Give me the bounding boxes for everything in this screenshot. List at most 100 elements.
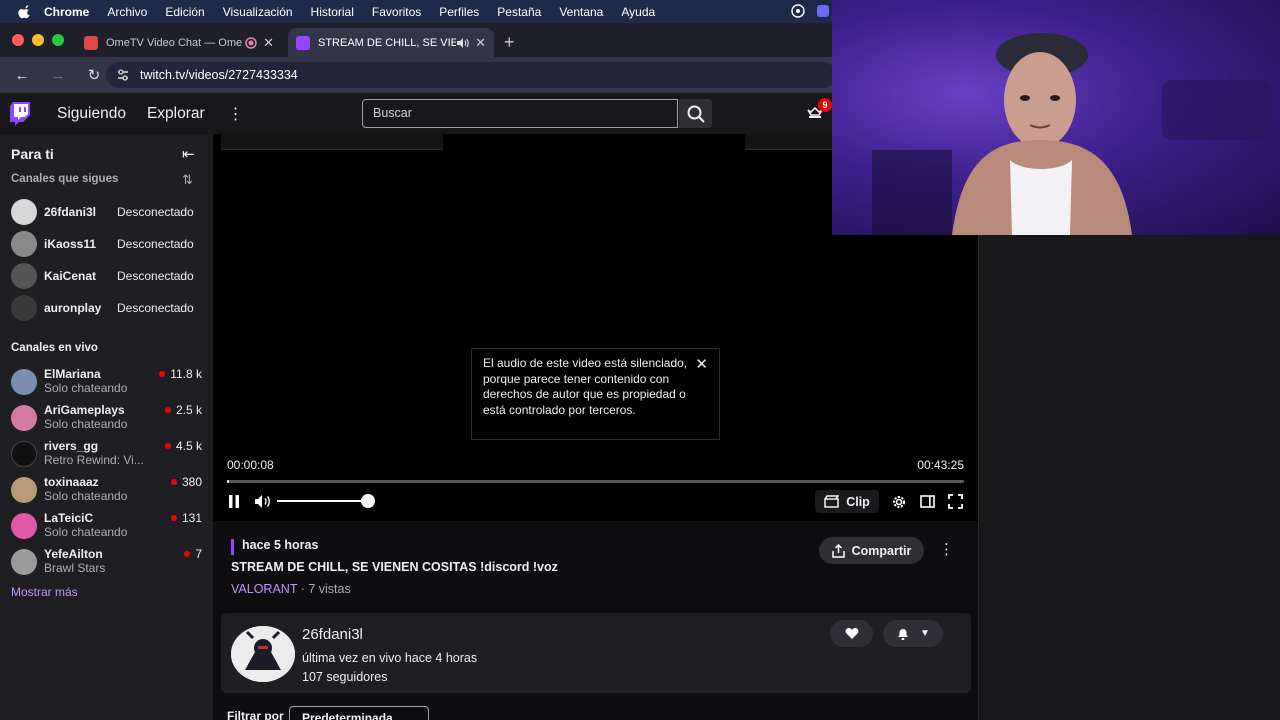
sort-dropdown[interactable]: Predeterminada <box>289 706 429 720</box>
maximize-window-button[interactable] <box>52 34 64 46</box>
url-text: twitch.tv/videos/2727433334 <box>140 68 298 82</box>
menu-visualizacion[interactable]: Visualización <box>223 5 293 19</box>
sidebar-live-channel[interactable]: ElMariana Solo chateando 11.8 k <box>0 366 213 398</box>
sidebar-live-channel[interactable]: AriGameplays Solo chateando 2.5 k <box>0 402 213 434</box>
nav-explore[interactable]: Explorar <box>147 105 205 123</box>
live-dot-icon <box>164 407 171 413</box>
vpn-icon[interactable] <box>790 4 806 18</box>
sidebar-live-channel[interactable]: toxinaaaz Solo chateando 380 <box>0 474 213 506</box>
channel-name: auronplay <box>44 301 102 315</box>
channel-category: Brawl Stars <box>44 561 106 575</box>
channel-category: Solo chateando <box>44 381 128 395</box>
live-dot-icon <box>184 551 191 557</box>
close-tab-icon[interactable]: ✕ <box>263 35 274 51</box>
settings-gear-icon[interactable] <box>891 494 907 510</box>
channel-status: Desconectado <box>117 301 194 315</box>
viewer-count: 4.5 k <box>164 439 202 453</box>
show-more-link[interactable]: Mostrar más <box>11 585 78 599</box>
avatar <box>11 199 37 225</box>
channel-status: Desconectado <box>117 269 194 283</box>
more-options-icon[interactable]: ⋮ <box>228 104 244 124</box>
browser-tab-ometv[interactable]: OmeTV Video Chat — Ome ✕ <box>76 28 282 57</box>
sidebar-followed-channel[interactable]: auronplay Desconectado <box>0 292 213 324</box>
collapse-sidebar-icon[interactable]: ⇤ <box>182 145 195 163</box>
back-arrow-icon[interactable]: ← <box>14 67 30 84</box>
new-tab-icon[interactable]: + <box>504 32 515 53</box>
live-dot-icon <box>170 515 177 521</box>
pause-icon[interactable] <box>228 495 240 508</box>
viewer-count-text: 2.5 k <box>175 403 202 417</box>
share-label: Compartir <box>851 543 912 558</box>
channel-status: Desconectado <box>117 205 194 219</box>
seek-bar[interactable] <box>227 480 964 483</box>
menu-perfiles[interactable]: Perfiles <box>439 5 479 19</box>
volume-slider[interactable] <box>277 494 375 508</box>
video-meta: VALORANT · 7 vistas <box>231 582 351 596</box>
avatar-artwork <box>231 626 295 682</box>
channel-name: LaTeiciC <box>44 511 94 525</box>
menu-historial[interactable]: Historial <box>311 5 354 19</box>
view-count: · 7 vistas <box>297 582 351 596</box>
window-controls <box>12 34 64 46</box>
search-input[interactable]: Buscar <box>362 99 678 128</box>
browser-tab-twitch[interactable]: STREAM DE CHILL, SE VIE ✕ <box>288 28 494 57</box>
menu-edicion[interactable]: Edición <box>165 5 204 19</box>
viewer-count-text: 7 <box>195 547 202 561</box>
video-date: hace 5 horas <box>242 538 319 552</box>
follow-button[interactable] <box>830 620 873 647</box>
sidebar-live-channel[interactable]: YefeAilton Brawl Stars 7 <box>0 546 213 578</box>
menu-app-name[interactable]: Chrome <box>44 5 89 19</box>
sort-dropdown-value: Predeterminada <box>302 711 393 720</box>
accent-bar <box>231 539 234 555</box>
audio-playing-icon[interactable] <box>456 37 469 49</box>
video-title: STREAM DE CHILL, SE VIENEN COSITAS !disc… <box>231 560 558 574</box>
reload-icon[interactable]: ↻ <box>86 66 102 84</box>
sidebar-title: Para ti <box>11 146 54 162</box>
close-window-button[interactable] <box>12 34 24 46</box>
theatre-mode-icon[interactable] <box>920 495 935 508</box>
menu-ayuda[interactable]: Ayuda <box>621 5 655 19</box>
video-more-options-icon[interactable]: ⋮ <box>939 540 954 558</box>
menu-archivo[interactable]: Archivo <box>107 5 147 19</box>
extension-icon[interactable] <box>816 4 830 18</box>
viewer-count: 2.5 k <box>164 403 202 417</box>
site-settings-icon[interactable] <box>116 68 130 82</box>
webcam-person-image <box>872 33 1272 235</box>
notifications-button[interactable]: ▼ <box>883 620 943 647</box>
sidebar-followed-channel[interactable]: 26fdani3l Desconectado <box>0 196 213 228</box>
sidebar-followed-channel[interactable]: iKaoss11 Desconectado <box>0 228 213 260</box>
menu-pestana[interactable]: Pestaña <box>497 5 541 19</box>
clip-button[interactable]: Clip <box>815 490 879 513</box>
volume-knob[interactable] <box>361 494 375 508</box>
share-button[interactable]: Compartir <box>819 537 924 564</box>
avatar <box>11 513 37 539</box>
overlay-graphic <box>221 134 443 150</box>
minimize-window-button[interactable] <box>32 34 44 46</box>
channel-avatar[interactable] <box>231 626 295 682</box>
avatar <box>11 477 37 503</box>
address-bar[interactable]: twitch.tv/videos/2727433334 <box>106 62 836 88</box>
sidebar-live-channel[interactable]: rivers_gg Retro Rewind: Vi... 4.5 k <box>0 438 213 470</box>
menu-ventana[interactable]: Ventana <box>559 5 603 19</box>
forward-arrow-icon[interactable]: → <box>50 67 66 84</box>
sort-icon[interactable]: ⇅ <box>182 172 193 188</box>
game-link[interactable]: VALORANT <box>231 582 297 596</box>
sidebar-live-channel[interactable]: LaTeiciC Solo chateando 131 <box>0 510 213 542</box>
fullscreen-icon[interactable] <box>948 494 963 509</box>
avatar <box>11 441 37 467</box>
sidebar-followed-channel[interactable]: KaiCenat Desconectado <box>0 260 213 292</box>
apple-icon[interactable] <box>18 4 32 19</box>
search-icon <box>687 105 705 123</box>
close-tab-icon[interactable]: ✕ <box>475 35 486 51</box>
twitch-logo-icon[interactable] <box>10 101 32 126</box>
avatar <box>11 369 37 395</box>
viewer-count-text: 4.5 k <box>175 439 202 453</box>
channel-name[interactable]: 26fdani3l <box>302 626 363 643</box>
close-notice-icon[interactable]: ✕ <box>695 357 708 373</box>
channel-name: rivers_gg <box>44 439 99 453</box>
menu-favoritos[interactable]: Favoritos <box>372 5 421 19</box>
channel-name: ElMariana <box>44 367 101 381</box>
search-button[interactable] <box>679 99 712 128</box>
nav-following[interactable]: Siguiendo <box>57 105 126 123</box>
volume-icon[interactable] <box>254 494 271 509</box>
